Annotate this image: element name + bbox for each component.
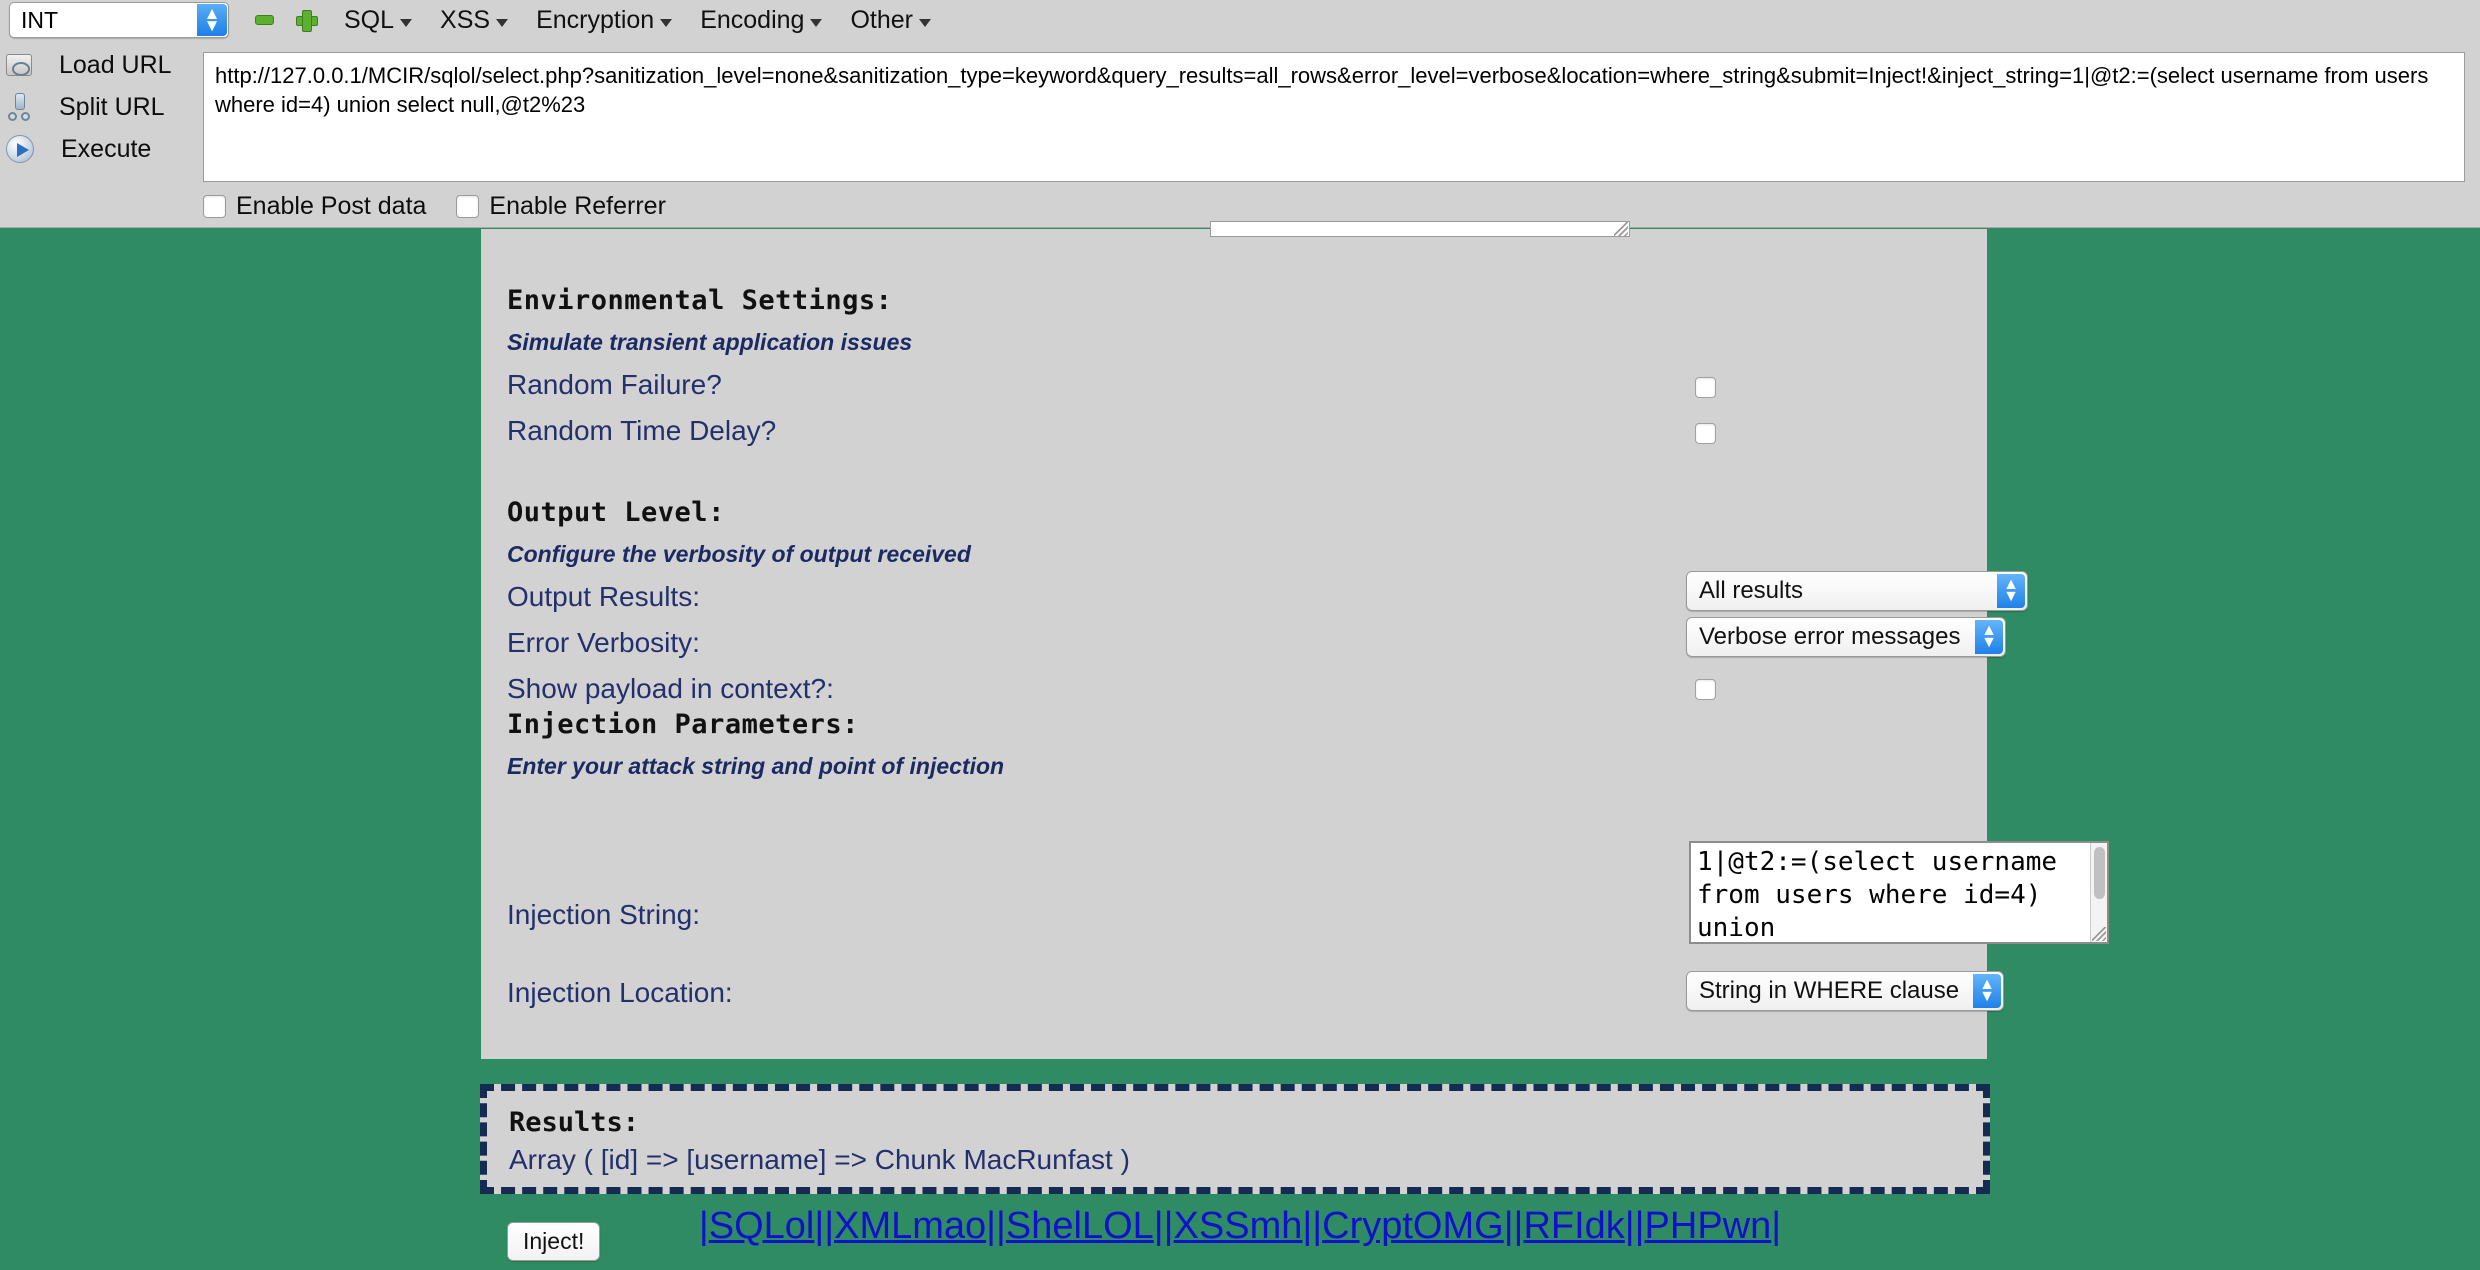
footer-separator: || — [1503, 1205, 1524, 1247]
show-payload-checkbox[interactable] — [1695, 679, 1716, 700]
chevron-down-icon — [400, 19, 413, 27]
injection-location-label: Injection Location: — [507, 977, 733, 1008]
browser-toolbar: INT ▲ ▼ SQL XSS Encryption Encoding Other — [0, 0, 2480, 228]
injection-string-value: 1|@t2:=(select username from users where… — [1697, 847, 2058, 943]
results-box: Results: Array ( [id] => [username] => C… — [480, 1084, 1990, 1194]
payload-type-select[interactable]: INT ▲ ▼ — [9, 2, 229, 38]
enable-referrer-checkbox[interactable] — [456, 195, 480, 218]
split-url-label: Split URL — [59, 92, 165, 121]
menu-other[interactable]: Other — [850, 6, 931, 35]
injection-parameters-subtitle: Enter your attack string and point of in… — [507, 753, 1005, 779]
footer-separator: | — [1771, 1205, 1782, 1247]
load-url-button[interactable]: Load URL — [0, 44, 200, 86]
chevron-updown-icon[interactable]: ▲ ▼ — [1975, 620, 2003, 654]
footer-link-phpwn[interactable]: PHPwn — [1645, 1205, 1772, 1247]
results-text: Array ( [id] => [username] => Chunk MacR… — [509, 1144, 1130, 1175]
split-url-button[interactable]: Split URL — [0, 86, 200, 128]
menu-sql-label: SQL — [344, 5, 395, 34]
toolbar-options: Enable Post data Enable Referrer — [203, 192, 696, 221]
footer-link-sqlol[interactable]: SQLol — [709, 1205, 815, 1247]
execute-button[interactable]: Execute — [0, 128, 200, 170]
plus-icon[interactable] — [296, 10, 318, 32]
chevron-down-icon — [918, 19, 931, 27]
show-payload-label: Show payload in context?: — [507, 673, 834, 704]
menu-sql[interactable]: SQL — [344, 5, 413, 35]
error-verbosity-select[interactable]: Verbose error messages ▲ ▼ — [1686, 617, 2006, 657]
execute-label: Execute — [61, 134, 152, 163]
minus-icon[interactable] — [255, 15, 274, 25]
injection-parameters-heading: Injection Parameters: — [507, 709, 859, 740]
injection-location-value: String in WHERE clause — [1699, 977, 1960, 1004]
resize-grip-icon[interactable] — [1614, 222, 1628, 236]
chevron-down-icon — [496, 19, 509, 27]
output-level-heading: Output Level: — [507, 497, 725, 528]
random-time-delay-label: Random Time Delay? — [507, 415, 777, 446]
toolbar-top-row: INT ▲ ▼ SQL XSS Encryption Encoding Other — [0, 0, 2480, 40]
chevron-updown-icon[interactable]: ▲ ▼ — [197, 4, 227, 36]
menu-other-label: Other — [850, 5, 913, 34]
page-body: Environmental Settings: Simulate transie… — [0, 221, 2480, 1270]
output-results-value: All results — [1699, 577, 1804, 604]
error-verbosity-value: Verbose error messages — [1699, 623, 1961, 650]
menu-encryption[interactable]: Encryption — [536, 5, 673, 35]
menu-xss[interactable]: XSS — [440, 5, 509, 35]
url-input[interactable]: http://127.0.0.1/MCIR/sqlol/select.php?s… — [203, 52, 2465, 182]
output-results-label: Output Results: — [507, 581, 700, 612]
menu-encoding[interactable]: Encoding — [700, 5, 823, 35]
enable-post-data-checkbox[interactable] — [203, 195, 226, 218]
footer-link-xmlmao[interactable]: XMLmao — [834, 1205, 986, 1247]
footer-separator: || — [1302, 1205, 1323, 1247]
environmental-settings-heading: Environmental Settings: — [507, 285, 893, 316]
injection-string-label: Injection String: — [507, 899, 700, 930]
footer-link-shellol[interactable]: ShelLOL — [1006, 1205, 1154, 1247]
footer-links: |SQLol||XMLmao||ShelLOL||XSSmh||CryptOMG… — [0, 1205, 2480, 1248]
random-failure-label: Random Failure? — [507, 369, 722, 400]
chevron-updown-icon[interactable]: ▲ ▼ — [1997, 574, 2025, 608]
footer-link-cryptomg[interactable]: CryptOMG — [1322, 1205, 1504, 1247]
chevron-down-icon — [810, 19, 823, 27]
enable-post-data-label: Enable Post data — [236, 192, 427, 220]
previous-section-textarea[interactable] — [1210, 221, 1630, 237]
injection-location-select[interactable]: String in WHERE clause ▲ ▼ — [1686, 971, 2004, 1011]
chevron-updown-icon[interactable]: ▲ ▼ — [1973, 974, 2001, 1008]
footer-separator: | — [698, 1205, 709, 1247]
load-url-icon — [6, 54, 32, 76]
command-stack: Load URL Split URL Execute — [0, 44, 200, 170]
footer-separator: || — [986, 1205, 1006, 1247]
footer-link-rfidk[interactable]: RFIdk — [1523, 1205, 1624, 1247]
error-verbosity-label: Error Verbosity: — [507, 627, 700, 658]
output-results-select[interactable]: All results ▲ ▼ — [1686, 571, 2028, 611]
results-heading: Results: — [509, 1107, 640, 1138]
output-level-subtitle: Configure the verbosity of output receiv… — [507, 541, 971, 567]
footer-separator: || — [814, 1205, 835, 1247]
split-url-icon — [6, 93, 32, 121]
environmental-settings-subtitle: Simulate transient application issues — [507, 329, 913, 355]
execute-icon — [6, 135, 34, 163]
injection-string-textarea[interactable]: 1|@t2:=(select username from users where… — [1689, 841, 2109, 944]
menu-xss-label: XSS — [440, 5, 491, 34]
menu-encryption-label: Encryption — [536, 5, 655, 34]
random-failure-checkbox[interactable] — [1695, 377, 1716, 398]
random-time-delay-checkbox[interactable] — [1695, 423, 1716, 444]
footer-link-xssmh[interactable]: XSSmh — [1174, 1205, 1303, 1247]
menu-encoding-label: Encoding — [700, 5, 805, 34]
payload-type-value: INT — [21, 6, 59, 33]
resize-grip-icon[interactable] — [2092, 927, 2106, 941]
enable-referrer-label: Enable Referrer — [489, 192, 666, 220]
chevron-down-icon — [660, 19, 673, 27]
load-url-label: Load URL — [59, 50, 172, 79]
footer-separator: || — [1624, 1205, 1645, 1247]
footer-separator: || — [1153, 1205, 1174, 1247]
